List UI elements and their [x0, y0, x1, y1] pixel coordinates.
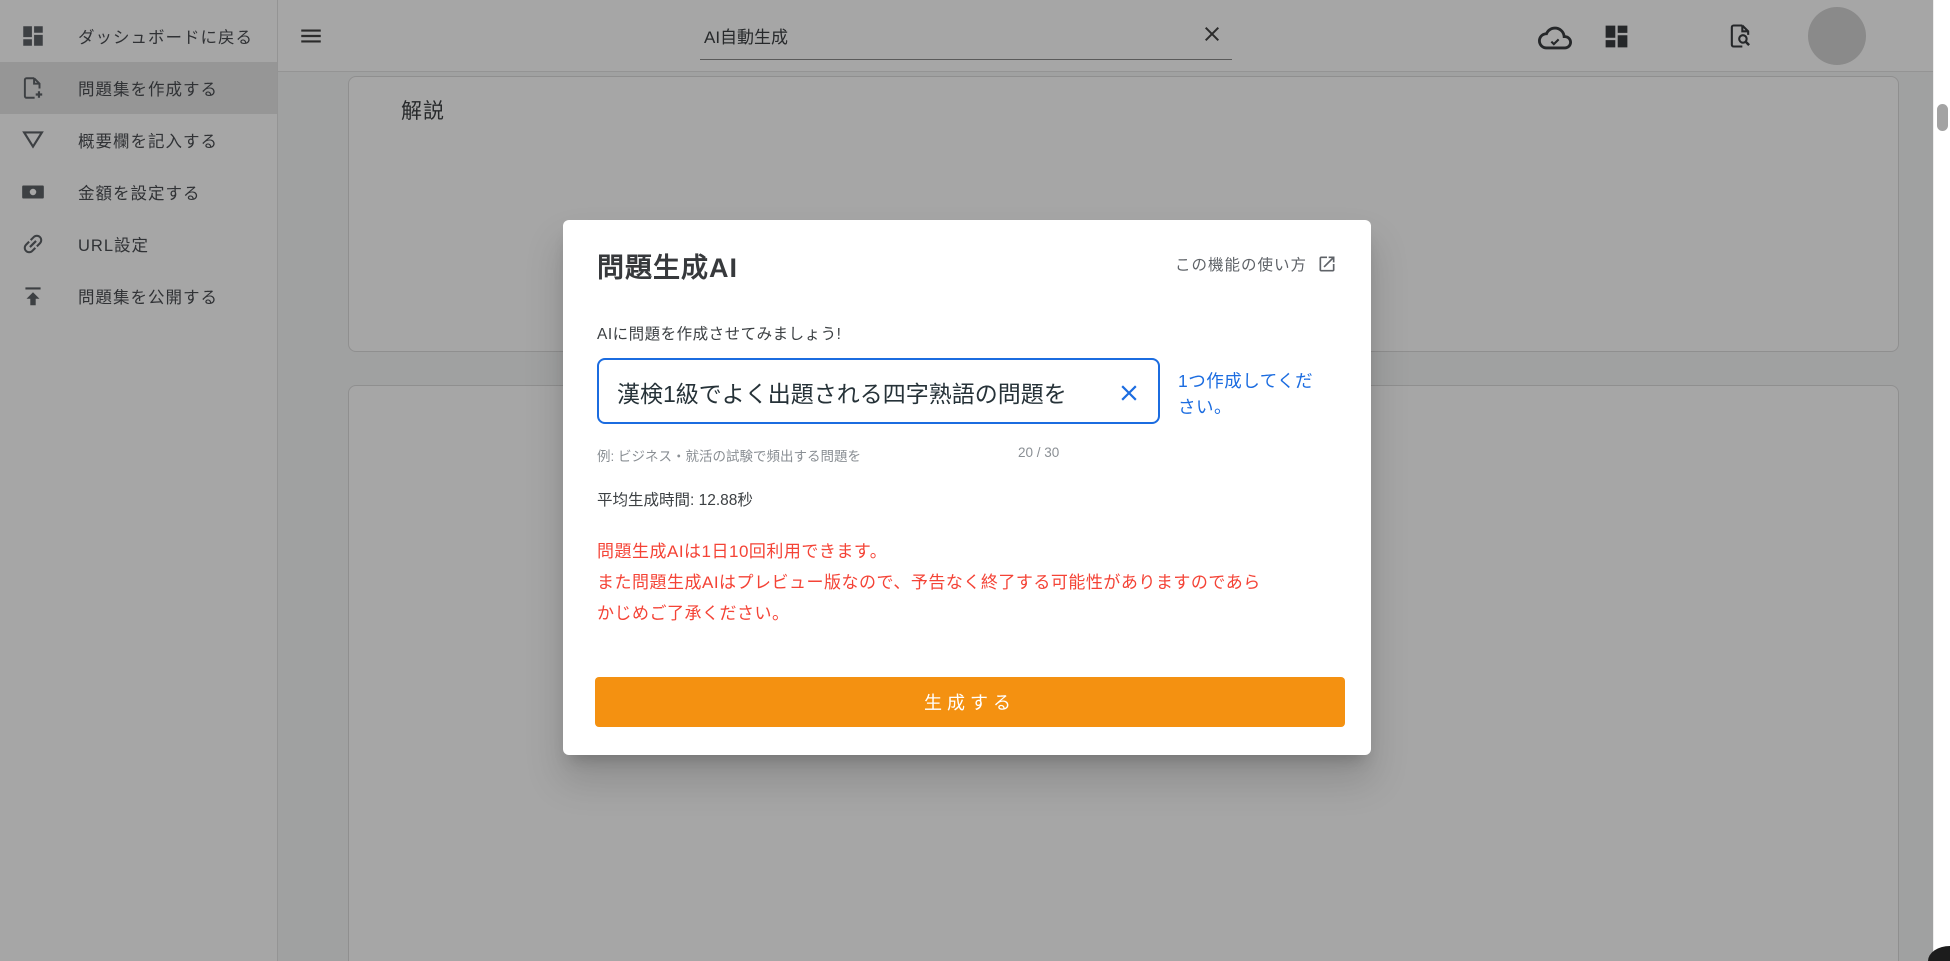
help-link[interactable]: この機能の使い方	[1175, 252, 1337, 276]
scrollbar-track[interactable]	[1933, 0, 1950, 961]
clear-prompt-icon[interactable]	[1116, 380, 1142, 406]
usage-warning: 問題生成AIは1日10回利用できます。 また問題生成AIはプレビュー版なので、予…	[597, 536, 1273, 629]
prompt-hint-text: 1つ作成してください。	[1178, 371, 1314, 417]
warning-line-2: また問題生成AIはプレビュー版なので、予告なく終了する可能性がありますのであらか…	[597, 573, 1261, 623]
char-counter: 20 / 30	[1018, 445, 1060, 460]
average-generation-time: 平均生成時間: 12.88秒	[597, 492, 753, 509]
prompt-field	[597, 358, 1160, 424]
modal-lead-text: AIに問題を作成させてみましょう!	[597, 326, 842, 343]
scrollbar-thumb[interactable]	[1937, 104, 1948, 131]
generate-button[interactable]: 生成する	[595, 677, 1345, 727]
question-generation-ai-modal: 問題生成AI この機能の使い方 AIに問題を作成させてみましょう! 1つ作成して…	[563, 220, 1371, 755]
prompt-input[interactable]	[617, 374, 1097, 410]
help-link-label: この機能の使い方	[1174, 257, 1307, 274]
warning-line-1: 問題生成AIは1日10回利用できます。	[597, 542, 888, 561]
prompt-example-text: 例: ビジネス・就活の試験で頻出する問題を	[597, 449, 862, 464]
modal-title: 問題生成AI	[597, 253, 738, 283]
open-in-new-icon	[1317, 254, 1337, 274]
